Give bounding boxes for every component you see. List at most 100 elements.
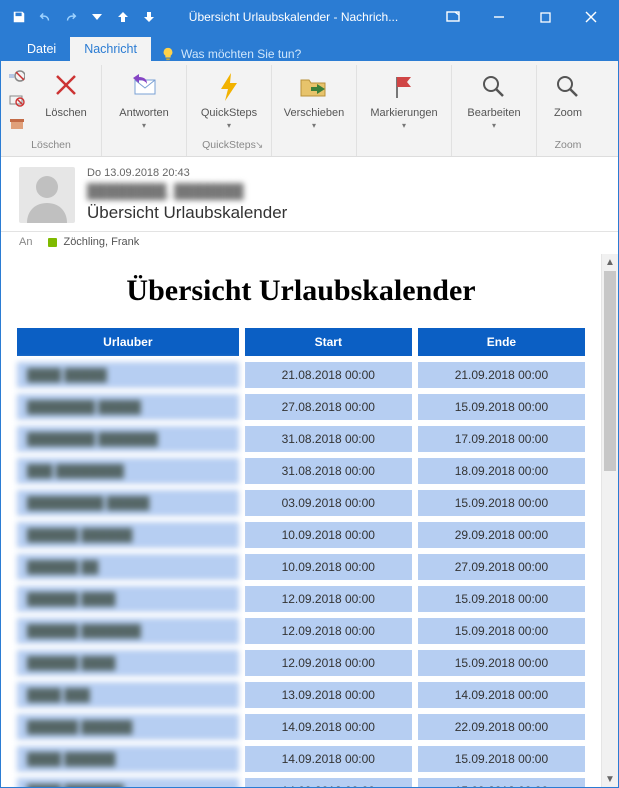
cell-end: 15.09.2018 00:00 <box>416 744 587 774</box>
quicksteps-label: QuickSteps <box>201 107 257 119</box>
vertical-scrollbar[interactable]: ▲ ▼ <box>601 254 618 787</box>
reply-button[interactable]: Antworten ▾ <box>108 67 180 134</box>
redo-icon[interactable] <box>63 9 79 25</box>
edit-button[interactable]: Bearbeiten ▾ <box>458 67 530 134</box>
recipient-line: An Zöchling, Frank <box>1 232 618 254</box>
group-move: Verschieben ▾ <box>272 65 357 156</box>
maximize-button[interactable] <box>522 1 568 33</box>
cell-end: 15.09.2018 00:00 <box>416 488 587 518</box>
ribbon-display-options-icon[interactable] <box>430 1 476 33</box>
next-item-icon[interactable] <box>141 9 157 25</box>
message-header: Do 13.09.2018 20:43 ████████, ███████ Üb… <box>1 157 618 232</box>
cell-name: █████████ █████ <box>15 488 241 518</box>
cell-name: ██████ ████ <box>15 584 241 614</box>
table-row: ██████ ███████12.09.2018 00:0015.09.2018… <box>15 616 587 646</box>
undo-icon[interactable] <box>37 9 53 25</box>
save-icon[interactable] <box>11 9 27 25</box>
minimize-button[interactable] <box>476 1 522 33</box>
edit-label: Bearbeiten <box>467 107 520 119</box>
cell-start: 31.08.2018 00:00 <box>243 424 414 454</box>
cell-name: ███ ████████ <box>15 456 241 486</box>
cell-name: ██████ ██ <box>15 552 241 582</box>
cell-start: 14.09.2018 00:00 <box>243 712 414 742</box>
group-delete-label: Löschen <box>7 137 95 154</box>
reply-icon <box>129 74 159 100</box>
cell-start: 12.09.2018 00:00 <box>243 616 414 646</box>
scroll-up-icon[interactable]: ▲ <box>602 254 618 270</box>
dialog-launcher-icon[interactable]: ↘ <box>255 140 267 152</box>
sender-name: ████████, ███████ <box>87 183 598 199</box>
group-zoom-label: Zoom <box>543 137 593 154</box>
tags-button[interactable]: Markierungen ▾ <box>363 67 445 134</box>
sent-date: Do 13.09.2018 20:43 <box>87 167 598 179</box>
flag-icon <box>391 74 417 100</box>
junk-icon[interactable] <box>7 91 27 109</box>
zoom-button[interactable]: Zoom <box>543 67 593 123</box>
zoom-icon <box>555 74 581 100</box>
cell-name: ██████ ███████ <box>15 616 241 646</box>
cell-start: 12.09.2018 00:00 <box>243 648 414 678</box>
ignore-icon[interactable] <box>7 67 27 85</box>
cell-start: 10.09.2018 00:00 <box>243 552 414 582</box>
reply-label: Antworten <box>119 107 169 119</box>
cell-name: ████████ █████ <box>15 392 241 422</box>
cell-end: 15.09.2018 00:00 <box>416 584 587 614</box>
cell-end: 14.09.2018 00:00 <box>416 680 587 710</box>
table-row: ████████ ███████31.08.2018 00:0017.09.20… <box>15 424 587 454</box>
cell-end: 15.09.2018 00:00 <box>416 648 587 678</box>
cell-name: ████ ███ <box>15 680 241 710</box>
zoom-label: Zoom <box>554 107 582 119</box>
tell-me-label: Was möchten Sie tun? <box>181 47 301 61</box>
cell-start: 14.09.2018 00:00 <box>243 744 414 774</box>
table-row: █████████ █████03.09.2018 00:0015.09.201… <box>15 488 587 518</box>
vacation-table: Urlauber Start Ende ████ █████21.08.2018… <box>13 324 589 787</box>
ribbon: Löschen Löschen Antworten ▾ QuickSteps <box>1 61 618 157</box>
table-row: ████████ █████27.08.2018 00:0015.09.2018… <box>15 392 587 422</box>
cell-name: ████ █████ <box>15 360 241 390</box>
table-row: ██████ ████12.09.2018 00:0015.09.2018 00… <box>15 648 587 678</box>
tab-message[interactable]: Nachricht <box>70 37 151 61</box>
person-icon <box>19 167 75 223</box>
group-quicksteps: QuickSteps ▾ QuickSteps ↘ <box>187 65 272 156</box>
cell-end: 18.09.2018 00:00 <box>416 456 587 486</box>
tab-file[interactable]: Datei <box>13 37 70 61</box>
table-row: ████ ███13.09.2018 00:0014.09.2018 00:00 <box>15 680 587 710</box>
group-delete: Löschen Löschen <box>1 65 102 156</box>
title-bar: Übersicht Urlaubskalender - Nachrich... <box>1 1 618 33</box>
archive-icon[interactable] <box>7 115 27 133</box>
cell-end: 22.09.2018 00:00 <box>416 712 587 742</box>
presence-indicator-icon <box>48 238 57 247</box>
cell-start: 21.08.2018 00:00 <box>243 360 414 390</box>
cell-end: 29.09.2018 00:00 <box>416 520 587 550</box>
prev-item-icon[interactable] <box>115 9 131 25</box>
cell-start: 27.08.2018 00:00 <box>243 392 414 422</box>
quick-access-toolbar <box>5 9 157 25</box>
lightbulb-icon <box>161 47 175 61</box>
group-edit: Bearbeiten ▾ <box>452 65 537 156</box>
cell-end: 21.09.2018 00:00 <box>416 360 587 390</box>
table-row: ███ ████████31.08.2018 00:0018.09.2018 0… <box>15 456 587 486</box>
cell-start: 31.08.2018 00:00 <box>243 456 414 486</box>
cell-start: 14.09.2018 00:00 <box>243 776 414 787</box>
quicksteps-button[interactable]: QuickSteps ▾ <box>193 67 265 134</box>
recipient-name: Zöchling, Frank <box>63 236 139 248</box>
move-button[interactable]: Verschieben ▾ <box>278 67 350 134</box>
scroll-down-icon[interactable]: ▼ <box>602 771 618 787</box>
delete-button[interactable]: Löschen <box>37 67 95 123</box>
qat-dropdown-icon[interactable] <box>89 9 105 25</box>
cell-name: ████ ██████ <box>15 744 241 774</box>
group-respond: Antworten ▾ <box>102 65 187 156</box>
tell-me-search[interactable]: Was möchten Sie tun? <box>161 47 301 61</box>
group-zoom: Zoom Zoom <box>537 65 599 156</box>
close-button[interactable] <box>568 1 614 33</box>
scroll-thumb[interactable] <box>604 271 616 471</box>
table-row: ████ █████21.08.2018 00:0021.09.2018 00:… <box>15 360 587 390</box>
col-urlauber: Urlauber <box>15 326 241 358</box>
delete-icon <box>54 73 78 101</box>
chevron-down-icon: ▾ <box>142 121 146 130</box>
chevron-down-icon: ▾ <box>402 121 406 130</box>
chevron-down-icon: ▾ <box>227 121 231 130</box>
window-title: Übersicht Urlaubskalender - Nachrich... <box>157 10 430 24</box>
ribbon-tabs: Datei Nachricht Was möchten Sie tun? <box>1 33 618 61</box>
cell-end: 15.09.2018 00:00 <box>416 616 587 646</box>
